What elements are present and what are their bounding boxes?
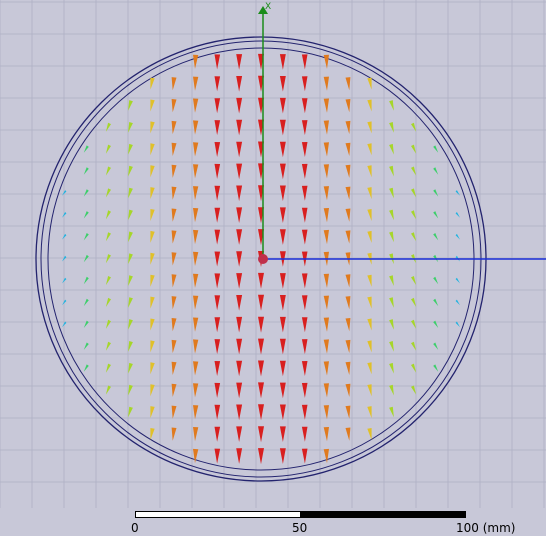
scale-label-100: 100 (mm) xyxy=(456,521,516,535)
scale-bar: 0 50 100 (mm) xyxy=(0,508,546,536)
field-plot[interactable]: X xyxy=(0,0,546,508)
scale-bar-white-segment xyxy=(135,511,301,518)
viewport-background xyxy=(0,0,546,508)
scale-bar-black-segment xyxy=(300,511,466,518)
origin-marker xyxy=(258,254,268,264)
scale-label-50: 50 xyxy=(292,521,308,535)
scale-label-0: 0 xyxy=(131,521,139,535)
3d-viewport[interactable]: X 0 50 100 (mm) xyxy=(0,0,546,536)
x-axis-label: X xyxy=(265,2,271,12)
